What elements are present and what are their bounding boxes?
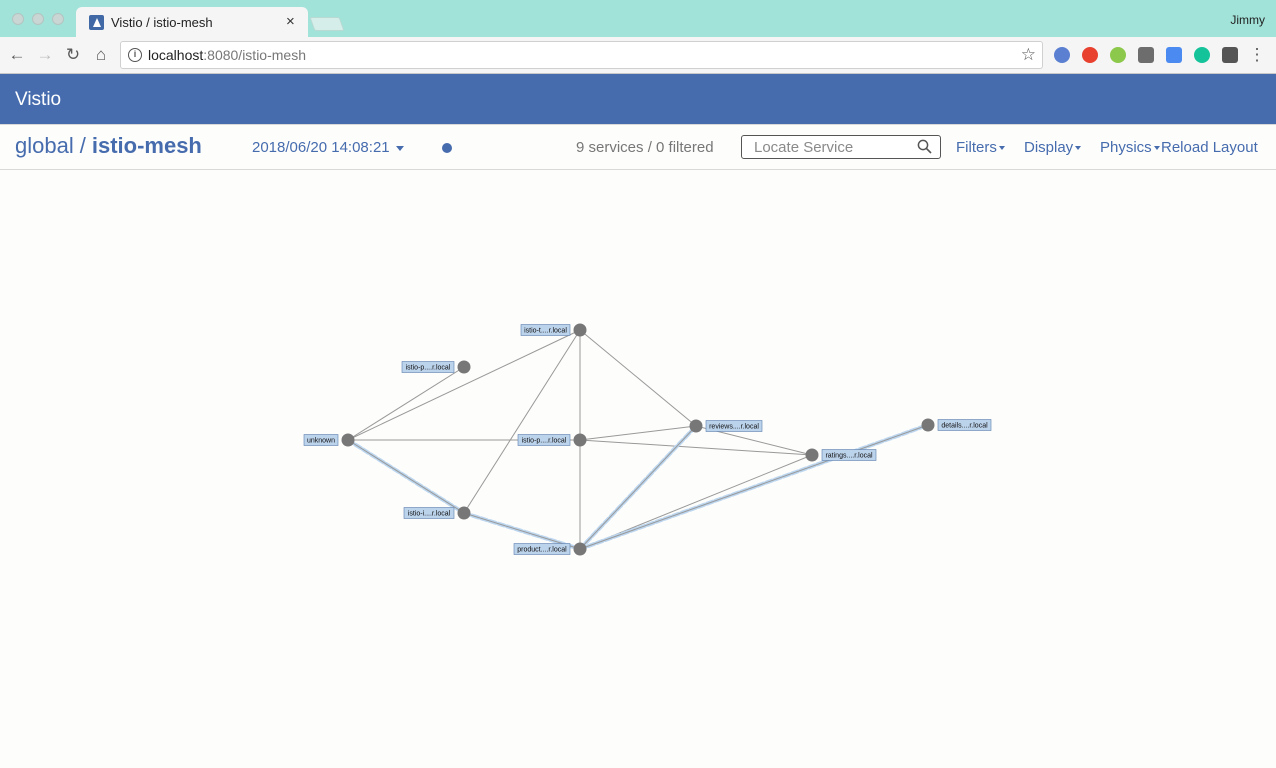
pocket-icon[interactable] — [1138, 47, 1154, 63]
node-label: unknown — [307, 438, 335, 445]
node-circle-icon[interactable] — [457, 506, 471, 520]
profile-name[interactable]: Jimmy — [1230, 13, 1265, 27]
service-node-istio-ingress[interactable]: istio-i....r.local — [403, 506, 471, 520]
address-bar[interactable]: i localhost:8080/istio-mesh ☆ — [120, 41, 1043, 69]
node-label: istio-t....r.local — [524, 328, 567, 335]
close-window-button[interactable] — [12, 13, 24, 25]
menu-kebab-icon[interactable]: ⋮ — [1248, 45, 1266, 65]
breadcrumb-root[interactable]: global — [15, 133, 74, 158]
vistio-favicon-icon — [89, 15, 104, 30]
service-node-istio-telemetry[interactable]: istio-t....r.local — [520, 323, 587, 337]
physics-menu[interactable]: Physics — [1100, 139, 1160, 156]
browser-window: Vistio / istio-mesh × Jimmy ← → ↻ ⌂ i lo… — [0, 0, 1276, 768]
timestamp-value: 2018/06/20 14:08:21 — [252, 139, 390, 156]
node-circle-icon[interactable] — [341, 433, 355, 447]
node-circle-icon[interactable] — [573, 323, 587, 337]
node-circle-icon[interactable] — [573, 542, 587, 556]
locate-service-box — [741, 135, 941, 159]
service-node-ratings[interactable]: ratings....r.local — [805, 448, 877, 462]
new-tab-button[interactable] — [309, 17, 345, 31]
home-icon[interactable]: ⌂ — [92, 45, 110, 65]
graph-canvas[interactable]: istio-t....r.local istio-p....r.local unkn… — [0, 170, 1276, 768]
grammarly-icon[interactable] — [1194, 47, 1210, 63]
edge-istio-pilot-reviews — [579, 425, 697, 441]
reload-icon[interactable]: ↻ — [64, 45, 82, 65]
node-icon[interactable] — [1110, 47, 1126, 63]
search-icon[interactable] — [917, 139, 932, 154]
control-bar: global / istio-mesh 2018/06/20 14:08:21 9 … — [0, 124, 1276, 170]
display-menu[interactable]: Display — [1024, 139, 1082, 156]
node-circle-icon[interactable] — [921, 418, 935, 432]
opera-icon[interactable] — [1082, 47, 1098, 63]
timestamp-dropdown[interactable]: 2018/06/20 14:08:21 — [252, 139, 404, 156]
node-label: istio-p....r.local — [406, 365, 451, 372]
node-circle-icon[interactable] — [689, 419, 703, 433]
bookmark-star-icon[interactable]: ☆ — [1021, 45, 1036, 65]
node-circle-icon[interactable] — [457, 360, 471, 374]
edge-istio-pilot-ratings — [579, 439, 813, 456]
node-label: details....r.local — [941, 423, 988, 430]
breadcrumb-separator: / — [79, 133, 86, 158]
service-node-unknown[interactable]: unknown — [303, 433, 355, 447]
node-label: ratings....r.local — [825, 453, 873, 460]
edge-istio-telemetry-reviews — [579, 329, 697, 427]
tab-title: Vistio / istio-mesh — [111, 15, 213, 30]
service-node-istio-policy[interactable]: istio-p....r.local — [401, 360, 471, 374]
url-text[interactable]: localhost:8080/istio-mesh — [148, 47, 306, 63]
minimize-window-button[interactable] — [32, 13, 44, 25]
locate-service-input[interactable] — [743, 137, 913, 157]
node-label: product....r.local — [517, 547, 567, 554]
edge-productpage-reviews — [579, 425, 697, 550]
chevron-down-icon — [998, 146, 1005, 151]
dashlane-icon[interactable] — [1222, 47, 1238, 63]
info-icon[interactable]: i — [128, 48, 142, 62]
brand-title[interactable]: Vistio — [15, 89, 61, 111]
service-node-details[interactable]: details....r.local — [921, 418, 992, 432]
filters-menu[interactable]: Filters — [956, 139, 1005, 156]
service-node-reviews[interactable]: reviews....r.local — [689, 419, 763, 433]
service-node-productpage[interactable]: product....r.local — [513, 542, 587, 556]
chevron-down-icon — [1075, 146, 1082, 151]
reload-layout-button[interactable]: Reload Layout — [1161, 139, 1258, 156]
forward-arrow-icon[interactable]: → — [36, 45, 54, 65]
live-status-dot-icon — [442, 143, 452, 153]
translate-icon[interactable] — [1166, 47, 1182, 63]
app-header: Vistio — [0, 74, 1276, 124]
browser-toolbar: ← → ↻ ⌂ i localhost:8080/istio-mesh ☆ ⋮ — [0, 37, 1276, 74]
breadcrumb-current: istio-mesh — [91, 133, 202, 158]
chevron-down-icon — [1153, 146, 1160, 151]
back-arrow-icon[interactable]: ← — [8, 45, 26, 65]
node-circle-icon[interactable] — [805, 448, 819, 462]
node-circle-icon[interactable] — [573, 433, 587, 447]
vpn-icon[interactable] — [1054, 47, 1070, 63]
node-label: istio-p....r.local — [522, 438, 567, 445]
edge-unknown-istio-ingress — [347, 439, 465, 514]
edge-unknown-istio-policy — [347, 366, 465, 441]
chevron-down-icon — [395, 145, 404, 151]
browser-tab[interactable]: Vistio / istio-mesh × — [76, 7, 308, 37]
tab-close-icon[interactable]: × — [286, 13, 295, 30]
node-label: reviews....r.local — [709, 424, 759, 431]
node-label: istio-i....r.local — [408, 511, 451, 518]
service-node-istio-pilot[interactable]: istio-p....r.local — [517, 433, 587, 447]
breadcrumb: global / istio-mesh — [15, 133, 202, 159]
service-graph[interactable]: istio-t....r.local istio-p....r.local unkn… — [0, 170, 1276, 768]
tab-strip: Vistio / istio-mesh × Jimmy — [0, 0, 1276, 37]
zoom-window-button[interactable] — [52, 13, 64, 25]
service-count: 9 services / 0 filtered — [576, 139, 714, 156]
